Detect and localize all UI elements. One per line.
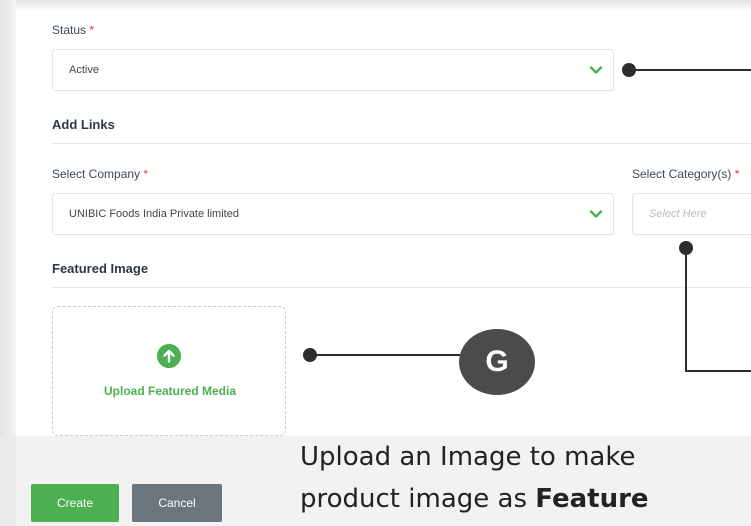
callout-line-2-bold: Feature [535,484,649,514]
footer-left-shadow [0,436,16,526]
status-select[interactable]: Active [52,49,614,91]
add-links-heading: Add Links [52,117,115,132]
annotation-line [685,248,687,372]
chevron-down-icon [589,210,603,218]
company-label-text: Select Company [52,167,141,181]
featured-image-heading: Featured Image [52,261,149,276]
page-top-shadow [0,0,751,10]
callout-line-2-text: product image as [300,484,536,514]
arrow-up-circle-icon [157,344,181,368]
company-select[interactable]: UNIBIC Foods India Private limited [52,193,614,235]
status-label-text: Status [52,23,87,37]
category-label-text: Select Category(s) [632,167,732,181]
company-label: Select Company * [52,167,148,181]
category-select-placeholder: Select Here [649,208,707,220]
divider [52,287,751,288]
category-label: Select Category(s) * [632,167,739,181]
status-select-value: Active [69,64,99,76]
required-mark: * [89,23,95,37]
create-button[interactable]: Create [31,484,119,522]
company-select-value: UNIBIC Foods India Private limited [69,208,239,220]
divider [52,143,751,144]
upload-dropzone[interactable]: Upload Featured Media [52,306,286,436]
upload-label: Upload Featured Media [103,384,237,398]
required-mark: * [734,167,740,181]
annotation-callout: Upload an Image to make product image as… [300,436,751,520]
status-label: Status * [52,23,94,37]
annotation-badge: G [459,329,535,395]
annotation-line [685,370,751,372]
callout-line-2: product image as Feature [300,478,751,520]
category-select[interactable]: Select Here [632,193,751,235]
callout-line-1: Upload an Image to make [300,442,636,472]
annotation-line [310,354,462,356]
annotation-line [630,69,751,71]
required-mark: * [143,167,149,181]
cancel-button[interactable]: Cancel [132,484,222,522]
chevron-down-icon [589,66,603,74]
